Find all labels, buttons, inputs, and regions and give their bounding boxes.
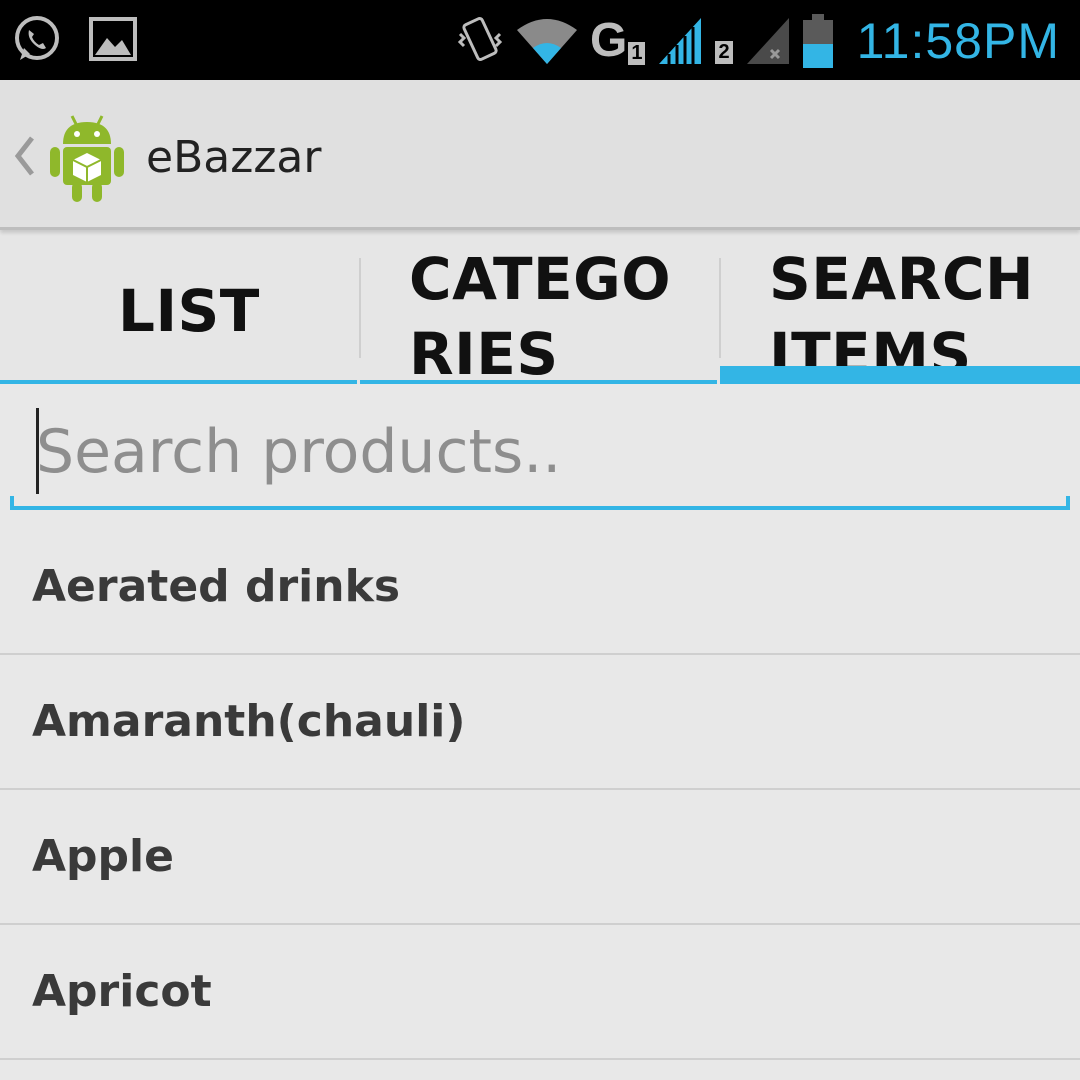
tab-categories[interactable]: CATEGO RIES [360, 236, 720, 388]
tab-list-indicator [0, 380, 357, 384]
android-app-icon[interactable] [48, 112, 126, 208]
up-caret-icon[interactable] [12, 136, 36, 180]
app-title: eBazzar [146, 132, 322, 183]
list-item-label: Apple [32, 831, 174, 882]
list-item[interactable]: Aerated drinks [0, 520, 1080, 655]
vibrate-icon [456, 14, 504, 68]
list-item[interactable]: Apple [0, 790, 1080, 925]
gallery-icon [88, 14, 138, 64]
signal-no-service-icon [745, 16, 791, 66]
search-underline-tick-left [10, 496, 14, 510]
tab-list-label: LIST [118, 277, 260, 345]
notification-icons [12, 14, 138, 64]
list-item-label: Apricot [32, 966, 212, 1017]
search-field[interactable] [10, 400, 1070, 510]
tab-search-items-indicator [720, 366, 1080, 384]
sim2-badge: 2 [715, 40, 733, 64]
action-bar: eBazzar [0, 80, 1080, 230]
network-type-label: G [589, 14, 628, 67]
list-item[interactable]: Apricot [0, 925, 1080, 1060]
tab-search-items[interactable]: SEARCH ITEMS [720, 236, 1080, 388]
tab-bar: LIST CATEGO RIES SEARCH ITEMS [0, 236, 1080, 388]
text-cursor [36, 408, 39, 494]
wifi-icon [516, 16, 578, 66]
status-bar: G 1 2 11:58PM [0, 0, 1080, 80]
search-underline-tick-right [1066, 496, 1070, 510]
search-input[interactable] [36, 410, 1036, 494]
tab-categories-label-line1: CATEGO [409, 245, 672, 313]
tab-search-items-label-line1: SEARCH [769, 245, 1035, 313]
signal-icon [657, 16, 703, 66]
battery-icon [802, 14, 833, 68]
tab-list[interactable]: LIST [0, 236, 360, 384]
status-clock: 11:58PM [856, 13, 1060, 69]
list-item[interactable]: Amaranth(chauli) [0, 655, 1080, 790]
system-icons: G 1 2 11:58PM [456, 10, 1060, 72]
sim1-badge: 1 [628, 42, 646, 65]
list-item-label: Aerated drinks [32, 561, 401, 612]
whatsapp-icon [12, 14, 62, 64]
search-underline [10, 506, 1070, 510]
tab-categories-indicator [360, 380, 717, 384]
network-type: G 1 [589, 14, 646, 67]
list-item-label: Amaranth(chauli) [32, 696, 466, 747]
product-list: Aerated drinks Amaranth(chauli) Apple Ap… [0, 520, 1080, 1060]
sim2-badge-icon: 2 [715, 19, 733, 64]
